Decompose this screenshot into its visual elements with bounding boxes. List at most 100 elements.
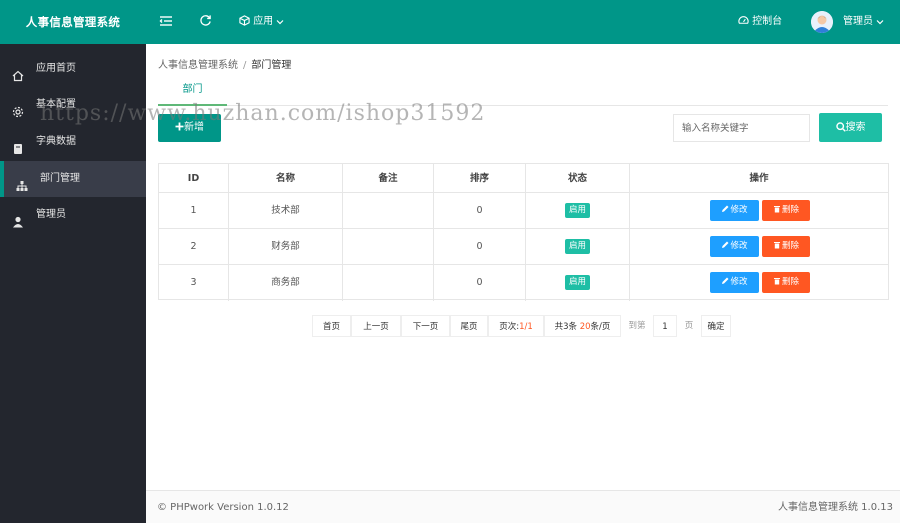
cell-status: 启用 (526, 265, 630, 301)
page-info-prefix: 页次: (499, 322, 520, 332)
status-badge[interactable]: 启用 (564, 203, 590, 218)
page-info-value: 1/1 (519, 322, 533, 332)
total-info: 共3条 20条/页 (544, 315, 621, 337)
cell-note (343, 193, 434, 228)
delete-button[interactable]: 删除 (762, 272, 810, 293)
table-row: 3 商务部 0 启用 修改 删除 (159, 265, 888, 301)
trash-icon (773, 278, 780, 285)
cell-sort: 0 (434, 265, 526, 301)
apps-menu[interactable]: 应用 (239, 0, 284, 44)
refresh-icon[interactable] (199, 14, 215, 30)
total-prefix: 共3条 (554, 322, 580, 332)
sidebar-item-label: 字典数据 (36, 136, 76, 147)
confirm-button[interactable]: 确定 (701, 315, 731, 337)
gauge-icon (738, 16, 749, 24)
header-note: 备注 (343, 164, 434, 192)
cell-id: 1 (159, 193, 229, 228)
footer-version: © PHPwork Version 1.0.12 (157, 502, 289, 513)
edit-label: 修改 (730, 241, 748, 251)
pencil-icon (722, 205, 729, 212)
table-row: 1 技术部 0 启用 修改 删除 (159, 193, 888, 229)
cell-sort: 0 (434, 193, 526, 228)
search-button[interactable]: 搜索 (819, 113, 882, 142)
footer: © PHPwork Version 1.0.12 人事信息管理系统 1.0.13 (146, 490, 900, 523)
prev-page-button[interactable]: 上一页 (351, 315, 401, 337)
per-page-suffix: 条/页 (590, 322, 611, 332)
search-button-label: 搜索 (845, 122, 866, 133)
dashboard-link[interactable]: 控制台 (738, 0, 782, 44)
last-page-button[interactable]: 尾页 (450, 315, 488, 337)
sidebar-item-admins[interactable]: 管理员 (0, 197, 146, 233)
cell-name: 财务部 (229, 229, 343, 264)
avatar[interactable] (811, 11, 833, 33)
breadcrumb: 人事信息管理系统 / 部门管理 (158, 56, 291, 71)
header-id: ID (159, 164, 229, 192)
sitemap-icon (16, 172, 29, 191)
header-sort: 排序 (434, 164, 526, 192)
header-actions: 操作 (749, 173, 769, 184)
breadcrumb-root[interactable]: 人事信息管理系统 (158, 60, 238, 71)
page-unit-label: 页 (677, 315, 701, 337)
delete-label: 删除 (781, 241, 799, 251)
cell-status: 启用 (526, 193, 630, 228)
delete-button[interactable]: 删除 (762, 200, 810, 221)
page-number-input[interactable]: 1 (653, 315, 677, 337)
header-name: 名称 (229, 164, 343, 192)
edit-label: 修改 (730, 277, 748, 287)
cell-name: 商务部 (229, 265, 343, 301)
menu-collapse-icon[interactable] (159, 14, 175, 30)
sidebar-item-label: 部门管理 (40, 173, 80, 184)
cell-status: 启用 (526, 229, 630, 264)
sidebar-item-label: 应用首页 (36, 63, 76, 74)
settings-icon (12, 98, 25, 118)
cell-name: 技术部 (229, 193, 343, 228)
sidebar-item-dictionary[interactable]: 字典数据 (0, 124, 146, 160)
first-page-button[interactable]: 首页 (312, 315, 351, 337)
header-status: 状态 (526, 164, 630, 192)
search-input[interactable] (673, 114, 810, 142)
status-badge[interactable]: 启用 (564, 275, 590, 290)
delete-label: 删除 (781, 277, 799, 287)
next-page-button[interactable]: 下一页 (401, 315, 450, 337)
delete-label: 删除 (781, 205, 799, 215)
cube-icon (239, 15, 250, 26)
search-icon (835, 122, 846, 132)
top-header: 人事信息管理系统 应用 控制台 管理员 (0, 0, 900, 44)
apps-menu-label: 应用 (253, 16, 274, 27)
user-icon (12, 208, 25, 228)
cell-id: 3 (159, 265, 229, 301)
goto-label: 到第 (621, 315, 653, 337)
per-page-value: 20 (579, 322, 591, 332)
sidebar-item-home[interactable]: 应用首页 (0, 51, 146, 87)
table-header: ID 名称 备注 排序 状态 操作 (159, 164, 888, 193)
chevron-down-icon (276, 20, 284, 25)
edit-button[interactable]: 修改 (710, 272, 759, 293)
home-icon (12, 62, 25, 82)
cell-actions: 修改 删除 (630, 229, 888, 264)
pencil-icon (722, 241, 729, 248)
cell-note (343, 265, 434, 301)
edit-button[interactable]: 修改 (710, 200, 759, 221)
chevron-down-icon (876, 20, 884, 25)
trash-icon (773, 242, 780, 249)
status-badge[interactable]: 启用 (564, 239, 590, 254)
footer-app-version: 人事信息管理系统 1.0.13 (778, 502, 893, 513)
user-menu[interactable]: 管理员 (843, 0, 884, 44)
cell-note (343, 229, 434, 264)
cell-id: 2 (159, 229, 229, 264)
edit-button[interactable]: 修改 (710, 236, 759, 257)
breadcrumb-current: 部门管理 (251, 60, 292, 71)
sidebar-item-departments[interactable]: 部门管理 (0, 161, 146, 197)
book-icon (12, 135, 25, 154)
trash-icon (773, 206, 780, 213)
cell-actions: 修改 删除 (630, 193, 888, 228)
sidebar-item-label: 管理员 (36, 209, 66, 220)
app-title[interactable]: 人事信息管理系统 (0, 0, 146, 44)
cell-actions: 修改 删除 (630, 265, 888, 301)
cell-sort: 0 (434, 229, 526, 264)
delete-button[interactable]: 删除 (762, 236, 810, 257)
dashboard-label: 控制台 (752, 16, 783, 27)
watermark: https://www.huzhan.com/ishop31592 (40, 101, 486, 126)
department-table: ID 名称 备注 排序 状态 操作 1 技术部 0 启用 修改 删除 2 财务部… (158, 163, 889, 301)
breadcrumb-separator: / (243, 60, 247, 71)
